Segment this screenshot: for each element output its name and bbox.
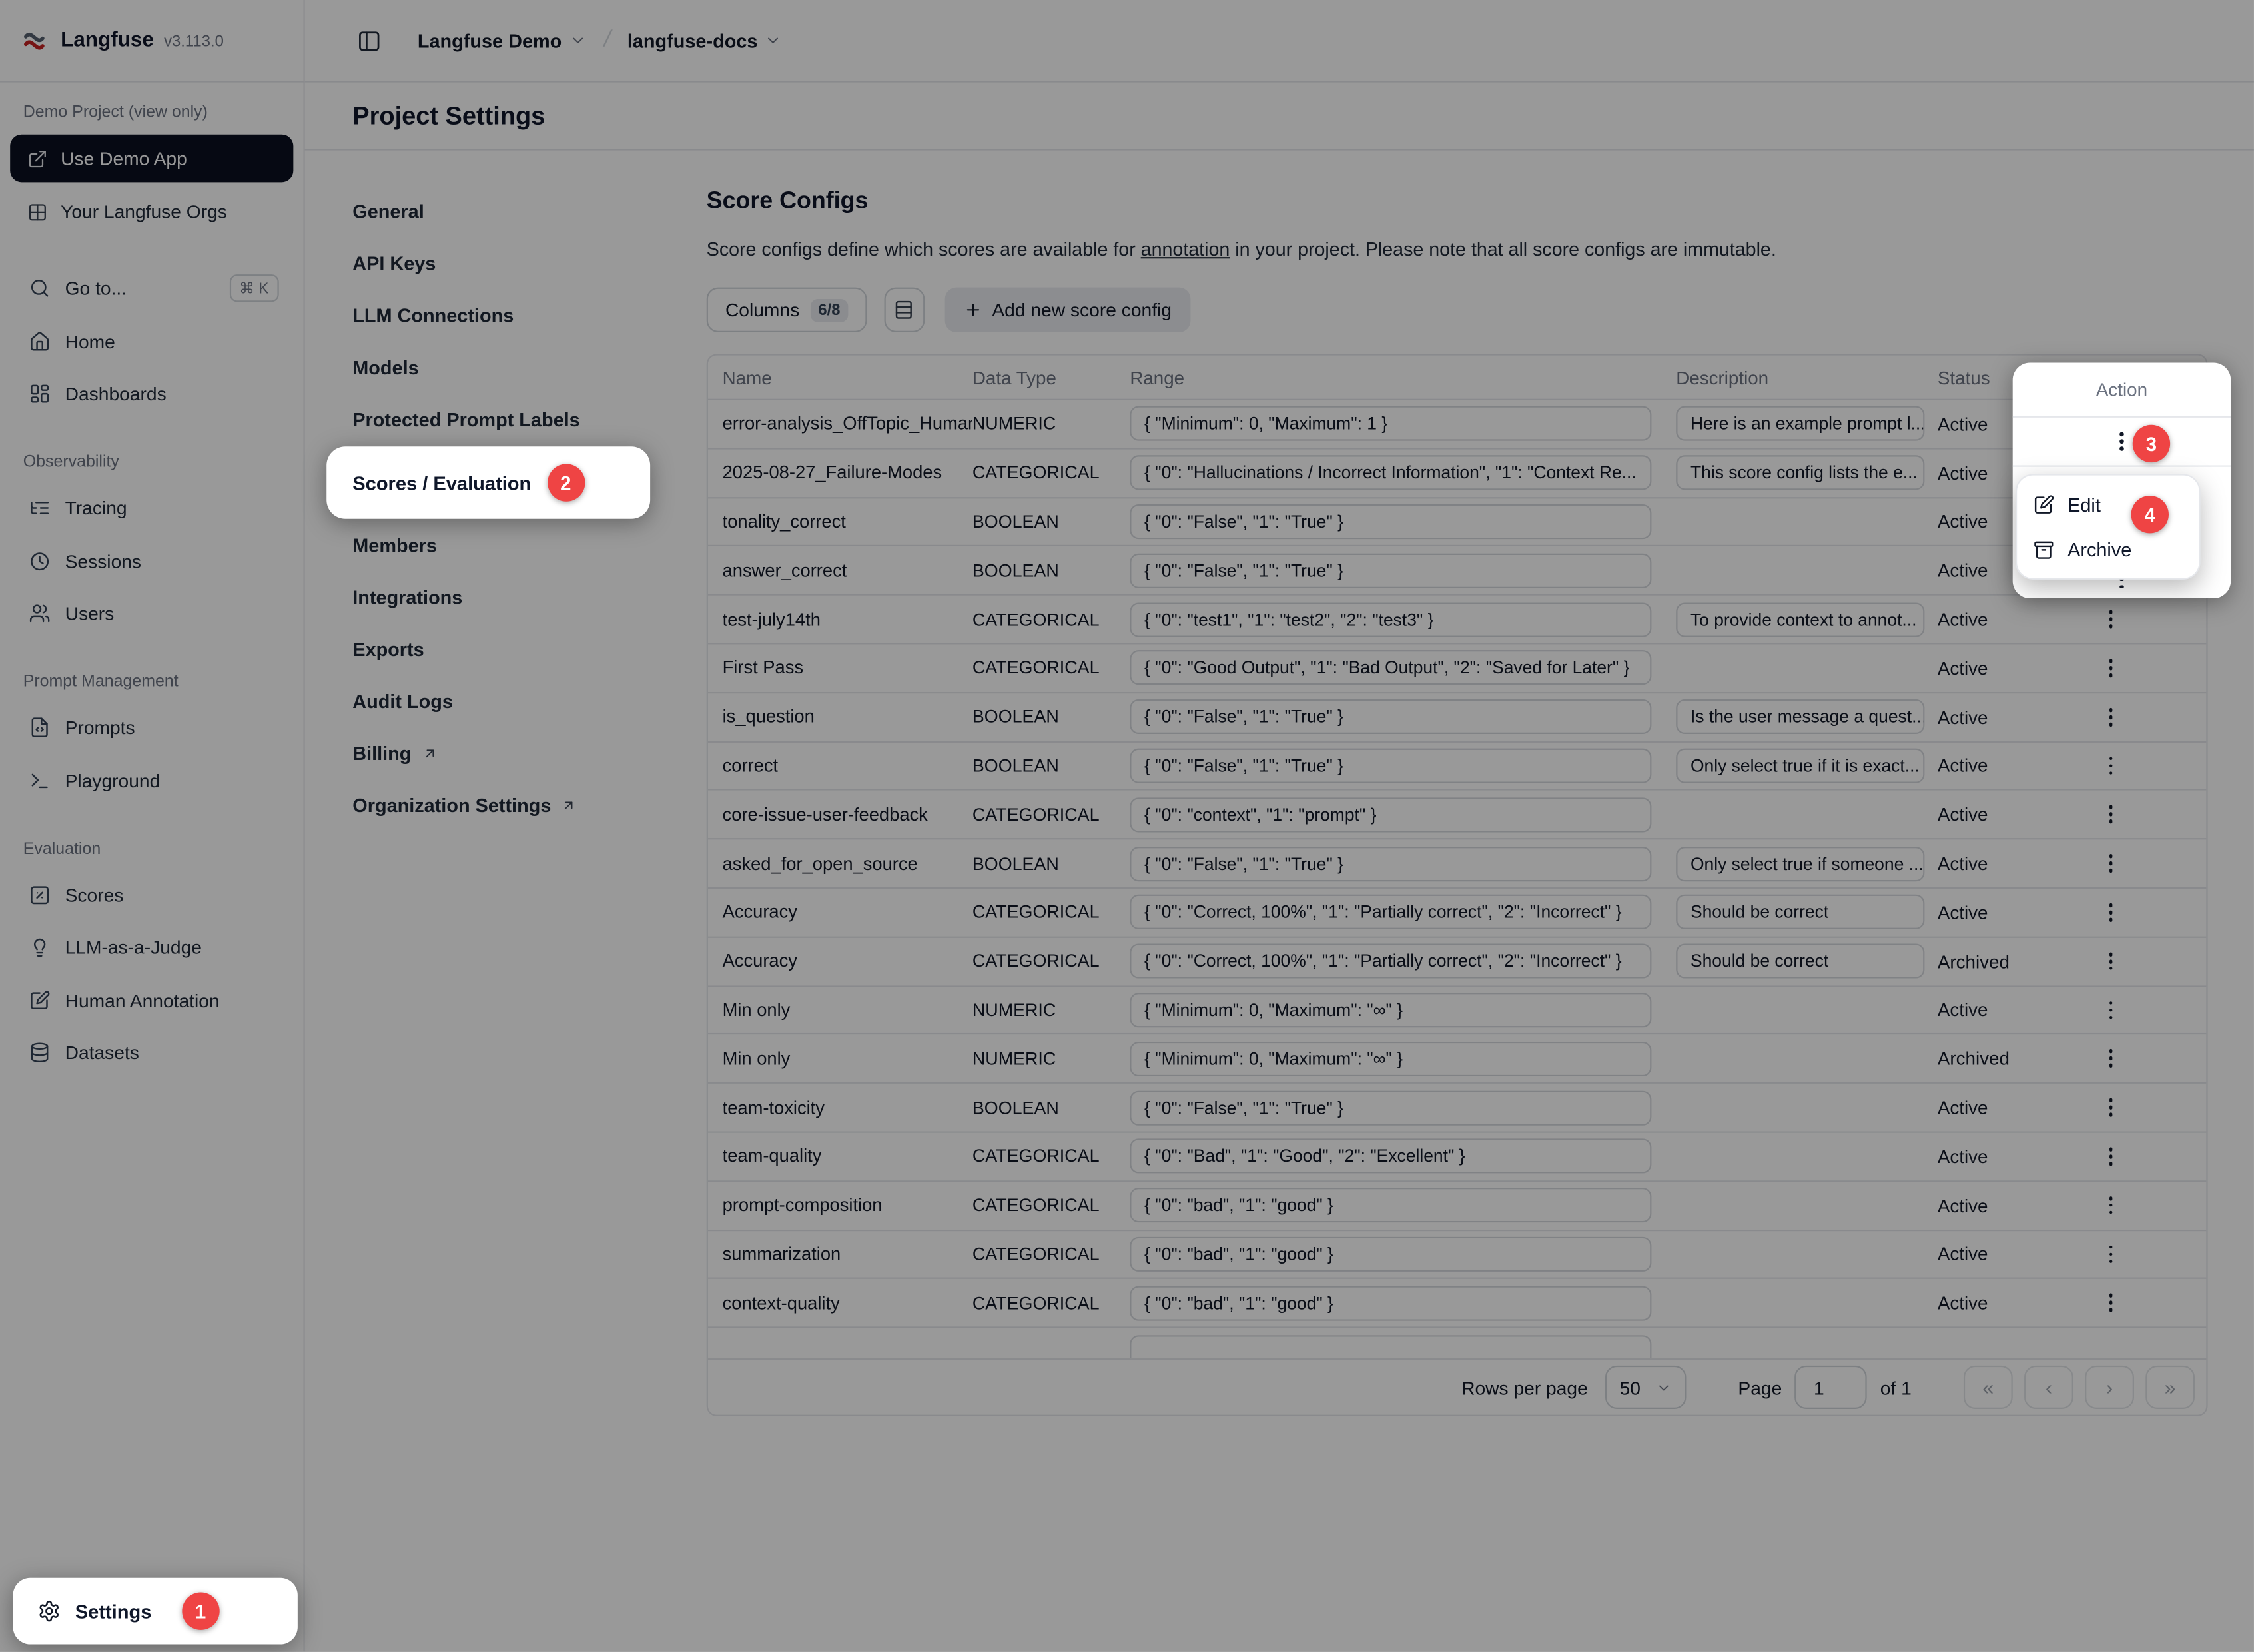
archive-icon: [2033, 539, 2055, 561]
dim-overlay: [0, 0, 2254, 1652]
gear-icon: [37, 1599, 61, 1623]
tour-step-2-badge: 2: [547, 464, 584, 501]
tour-step-3-badge: 3: [2133, 425, 2170, 462]
pen-square-icon: [2033, 494, 2055, 516]
action-column-header: Action: [2013, 362, 2231, 417]
row-actions-dropdown: Edit Archive: [2016, 474, 2201, 579]
app-root: Langfuse v3.113.0 Demo Project (view onl…: [0, 0, 2254, 1652]
tour-step-1-badge: 1: [182, 1592, 219, 1629]
tour-step-4-badge: 4: [2131, 496, 2169, 533]
row-actions-menu-button[interactable]: [2107, 427, 2136, 456]
menu-item-archive[interactable]: Archive: [2024, 528, 2192, 572]
sidebar-settings-button[interactable]: Settings 1: [13, 1578, 298, 1645]
settings-nav-scores-evaluation-spotlight[interactable]: Scores / Evaluation 2: [326, 446, 650, 518]
